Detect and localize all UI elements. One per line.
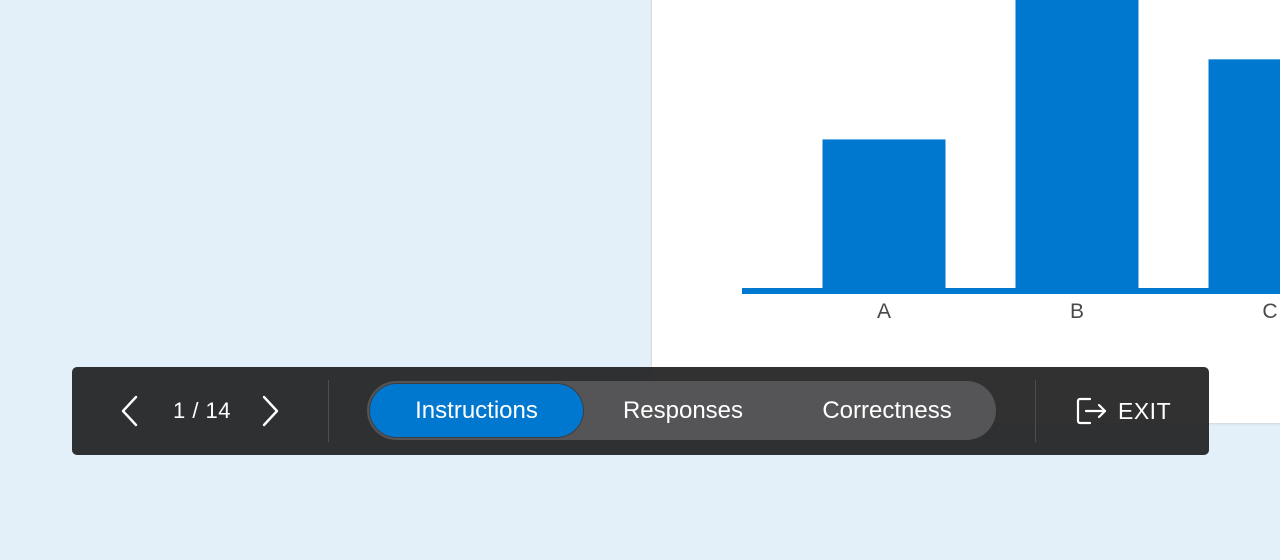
bars-layer: [822, 0, 1280, 292]
bar-c: [1208, 59, 1280, 292]
category-label-a: A: [877, 300, 891, 323]
next-slide-button[interactable]: [250, 391, 290, 431]
previous-slide-button[interactable]: [110, 391, 150, 431]
category-label-c: C: [1262, 300, 1277, 323]
exit-button[interactable]: EXIT: [1076, 391, 1171, 431]
category-labels: A B C: [877, 300, 1278, 323]
exit-icon: [1076, 397, 1107, 425]
chevron-right-icon: [262, 395, 279, 427]
tab-responses[interactable]: Responses: [583, 384, 783, 437]
presentation-toolbar: 1 / 14 Instructions Responses Correctnes…: [72, 367, 1209, 455]
chevron-left-icon: [121, 395, 138, 427]
exit-label: EXIT: [1118, 397, 1172, 424]
tab-instructions[interactable]: Instructions: [370, 384, 583, 437]
chart-baseline: [742, 288, 1280, 294]
bar-a: [822, 139, 946, 291]
tab-correctness[interactable]: Correctness: [783, 384, 991, 437]
presentation-stage: A B C 1 / 14 Instructions Responses Correc…: [0, 0, 1280, 560]
slide-panel: A B C: [651, 0, 1280, 424]
toolbar-divider: [328, 380, 329, 442]
bar-chart: A B C: [742, 0, 1280, 323]
bar-b: [1015, 0, 1139, 291]
toolbar-divider: [1035, 380, 1036, 442]
view-mode-tabs: Instructions Responses Correctness: [367, 381, 996, 440]
category-label-b: B: [1070, 300, 1084, 323]
page-indicator: 1 / 14: [172, 398, 232, 423]
